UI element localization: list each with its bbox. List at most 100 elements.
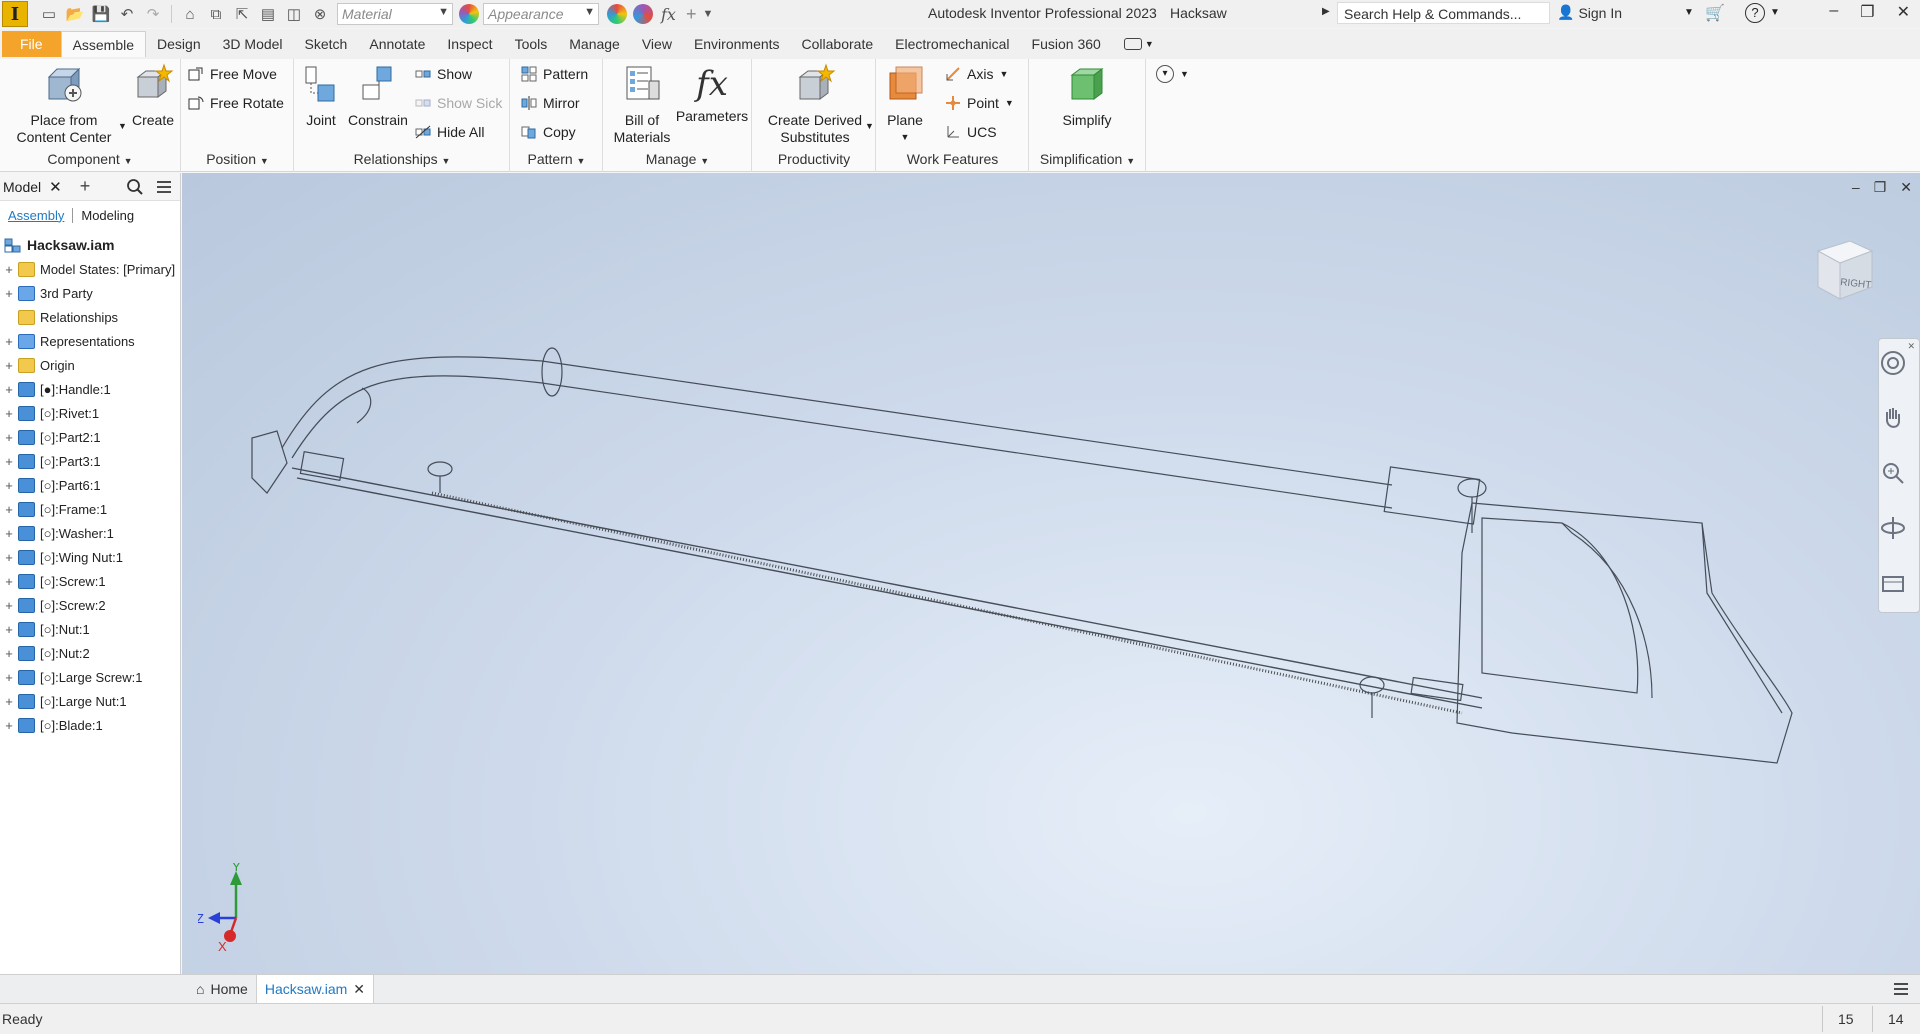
close-model-tab-icon[interactable]: ✕	[49, 178, 62, 196]
fx-parameters-icon[interactable]: fx	[661, 5, 676, 24]
show-sick-button[interactable]: Show Sick	[415, 92, 502, 114]
free-move-button[interactable]: Free Move	[188, 63, 277, 85]
pattern-panel-title[interactable]: Pattern ▼	[511, 151, 602, 167]
subtab-modeling[interactable]: Modeling	[81, 208, 134, 223]
component-panel-title[interactable]: Component ▼	[0, 151, 180, 167]
expand-toggle-icon[interactable]: +	[0, 502, 18, 517]
add-browser-tab-icon[interactable]: +	[80, 176, 91, 197]
update-icon[interactable]: ⧉	[205, 4, 227, 24]
ribbon-display-dropdown-icon[interactable]: ▼	[1145, 39, 1154, 49]
tree-node[interactable]: + [○]:Part3:1	[0, 449, 180, 473]
joint-button[interactable]: Joint	[299, 63, 343, 129]
navbar-close-icon[interactable]: ✕	[1907, 341, 1915, 352]
plane-dropdown-icon[interactable]: ▼	[883, 129, 927, 146]
open-icon[interactable]: 📂	[64, 4, 86, 24]
ilogic-icon[interactable]: ◫	[283, 4, 305, 24]
undo-icon[interactable]: ↶	[116, 4, 138, 24]
bill-of-materials-button[interactable]: Bill of Materials	[608, 63, 676, 146]
look-at-icon[interactable]	[1879, 569, 1907, 597]
graphics-viewport[interactable]: – ❐ ✕ RIGHT ✕ Y Z X	[182, 173, 1920, 974]
select-icon[interactable]: ⇱	[231, 4, 253, 24]
restore-icon[interactable]: ❐	[1860, 2, 1874, 22]
parameters-button[interactable]: fx Parameters	[674, 63, 750, 125]
expand-toggle-icon[interactable]: +	[0, 718, 18, 733]
pattern-button[interactable]: Pattern	[521, 63, 588, 85]
signin-dropdown-icon[interactable]: ▼	[1684, 7, 1694, 18]
axis-dropdown-icon[interactable]: ▼	[999, 69, 1008, 79]
tree-node[interactable]: + [●]:Handle:1	[0, 377, 180, 401]
new-icon[interactable]: ▭	[38, 4, 60, 24]
document-tab-hacksaw[interactable]: Hacksaw.iam ✕	[255, 975, 375, 1003]
expand-toggle-icon[interactable]: +	[0, 598, 18, 613]
point-dropdown-icon[interactable]: ▼	[1005, 98, 1014, 108]
tree-node[interactable]: + Model States: [Primary]	[0, 257, 180, 281]
tab-assemble[interactable]: Assemble	[60, 31, 147, 57]
tree-node[interactable]: + [○]:Nut:2	[0, 641, 180, 665]
expand-toggle-icon[interactable]: +	[0, 334, 18, 349]
tab-manage[interactable]: Manage	[558, 31, 631, 57]
expand-toggle-icon[interactable]: +	[0, 670, 18, 685]
zoom-icon[interactable]	[1879, 459, 1907, 487]
simplification-panel-title[interactable]: Simplification ▼	[1030, 151, 1145, 167]
tab-electromechanical[interactable]: Electromechanical	[884, 31, 1020, 57]
manage-panel-title[interactable]: Manage ▼	[604, 151, 751, 167]
help-icon[interactable]: ?	[1745, 3, 1765, 23]
tree-node[interactable]: + [○]:Screw:1	[0, 569, 180, 593]
expand-toggle-icon[interactable]: +	[0, 430, 18, 445]
tab-3d-model[interactable]: 3D Model	[212, 31, 294, 57]
expand-arrow-icon[interactable]: ▶	[1322, 6, 1330, 17]
axis-button[interactable]: Axis ▼	[945, 63, 1008, 85]
expand-toggle-icon[interactable]: +	[0, 382, 18, 397]
tree-node[interactable]: + [○]:Washer:1	[0, 521, 180, 545]
viewcube[interactable]: RIGHT	[1810, 233, 1876, 305]
constrain-button[interactable]: Constrain	[343, 63, 413, 129]
subtab-assembly[interactable]: Assembly	[8, 208, 64, 223]
measure-icon[interactable]: ▤	[257, 4, 279, 24]
relationships-panel-title[interactable]: Relationships ▼	[295, 151, 509, 167]
help-search-input[interactable]: Search Help & Commands...	[1337, 2, 1550, 24]
appearance-select[interactable]: Appearance ▼	[483, 3, 599, 25]
tree-node[interactable]: + [○]:Screw:2	[0, 593, 180, 617]
simplify-button[interactable]: Simplify	[1052, 63, 1122, 129]
tab-tools[interactable]: Tools	[504, 31, 559, 57]
tab-view[interactable]: View	[631, 31, 683, 57]
tree-node[interactable]: +3rd Party	[0, 281, 180, 305]
clear-override-icon[interactable]	[633, 4, 653, 24]
expand-toggle-icon[interactable]: +	[0, 646, 18, 661]
tab-file[interactable]: File	[2, 31, 61, 57]
expand-toggle-icon[interactable]: +	[0, 358, 18, 373]
expand-toggle-icon[interactable]: +	[0, 454, 18, 469]
save-icon[interactable]: 💾	[90, 4, 112, 24]
material-select[interactable]: Material ▼	[337, 3, 453, 25]
expand-toggle-icon[interactable]: +	[0, 574, 18, 589]
tree-node[interactable]: + [○]:Part6:1	[0, 473, 180, 497]
tree-node[interactable]: + [○]:Wing Nut:1	[0, 545, 180, 569]
inventor-logo[interactable]: I	[2, 1, 28, 27]
tab-design[interactable]: Design	[146, 31, 212, 57]
expand-toggle-icon[interactable]: +	[0, 550, 18, 565]
expand-toggle-icon[interactable]: +	[0, 526, 18, 541]
expand-toggle-icon[interactable]: +	[0, 622, 18, 637]
tree-node[interactable]: Relationships	[0, 305, 180, 329]
point-button[interactable]: Point ▼	[945, 92, 1014, 114]
show-button[interactable]: Show	[415, 63, 472, 85]
tab-environments[interactable]: Environments	[683, 31, 791, 57]
hamburger-menu-icon[interactable]	[155, 178, 173, 196]
redo-icon[interactable]: ↷	[142, 4, 164, 24]
customize-icon[interactable]: ▼	[702, 8, 713, 20]
ribbon-display-icon[interactable]	[1123, 38, 1142, 50]
create-component-button[interactable]: Create	[130, 63, 176, 129]
tab-annotate[interactable]: Annotate	[358, 31, 436, 57]
tree-node[interactable]: + Origin	[0, 353, 180, 377]
free-rotate-button[interactable]: Free Rotate	[188, 92, 284, 114]
expand-toggle-icon[interactable]: +	[0, 406, 18, 421]
minimize-icon[interactable]: –	[1829, 2, 1838, 22]
copy-button[interactable]: Copy	[521, 121, 576, 143]
tab-fusion-360[interactable]: Fusion 360	[1021, 31, 1112, 57]
tree-node[interactable]: + [○]:Frame:1	[0, 497, 180, 521]
tab-collaborate[interactable]: Collaborate	[791, 31, 885, 57]
sign-in-button[interactable]: 👤 Sign In	[1557, 4, 1622, 21]
home-tab[interactable]: ⌂ Home	[188, 975, 256, 1003]
ucs-button[interactable]: UCS	[945, 121, 997, 143]
expand-toggle-icon[interactable]: +	[0, 694, 18, 709]
